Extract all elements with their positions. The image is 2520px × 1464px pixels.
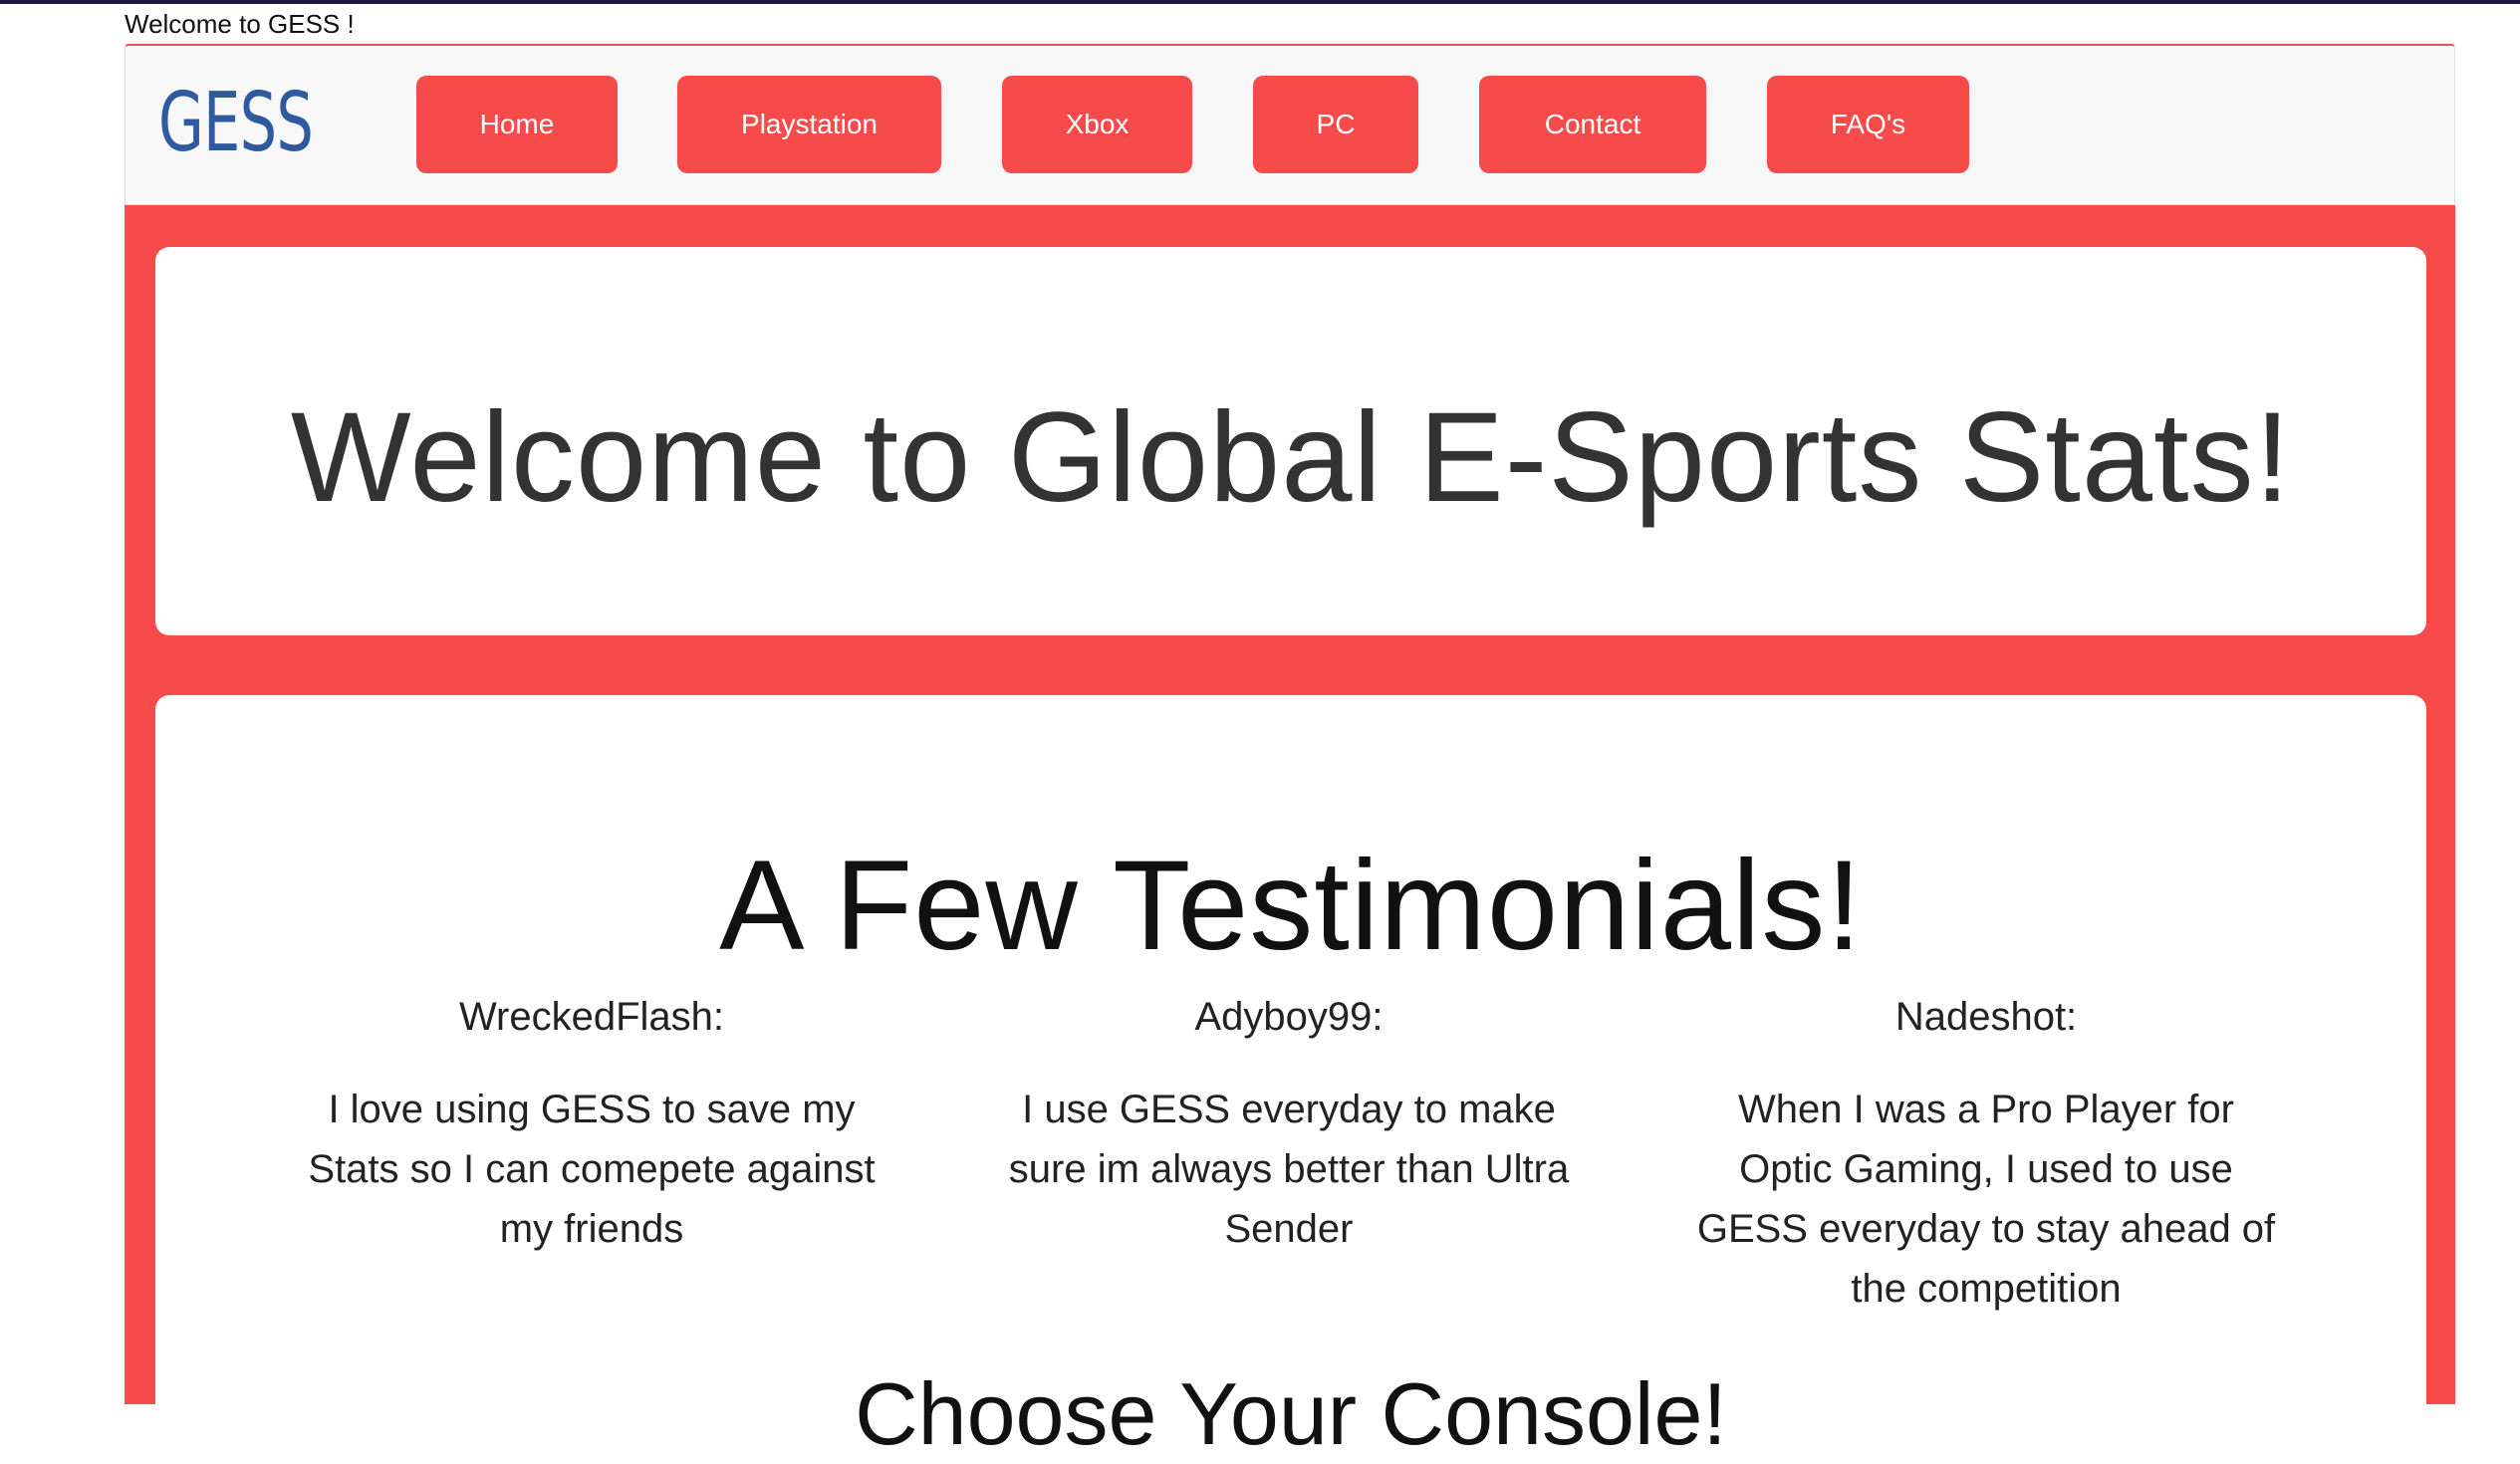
testimonial-quote: When I was a Pro Player for Optic Gaming…: [1696, 1088, 2276, 1311]
testimonial-author: Adyboy99:: [1194, 995, 1384, 1039]
top-border-line: [0, 0, 2520, 4]
testimonial-card: Adyboy99: I use GESS everyday to make su…: [960, 990, 1618, 1259]
nav-pc-button[interactable]: PC: [1253, 76, 1418, 173]
top-navbar: GESS Home Playstation Xbox PC Contact FA…: [125, 44, 2455, 205]
nav-faq-button[interactable]: FAQ's: [1767, 76, 1969, 173]
hero-title: Welcome to Global E-Sports Stats!: [290, 386, 2292, 529]
nav-playstation-button[interactable]: Playstation: [677, 76, 941, 173]
testimonial-card: WreckedFlash: I love using GESS to save …: [263, 990, 920, 1259]
nav-xbox-button[interactable]: Xbox: [1002, 76, 1192, 173]
testimonials-panel: A Few Testimonials! WreckedFlash: I love…: [155, 695, 2426, 1463]
testimonials-title: A Few Testimonials!: [719, 835, 1863, 977]
nav-home-button[interactable]: Home: [416, 76, 618, 173]
testimonial-author: Nadeshot:: [1894, 995, 2078, 1039]
testimonial-quote: I use GESS everyday to make sure im alwa…: [1008, 1088, 1570, 1251]
nav-contact-button[interactable]: Contact: [1479, 76, 1706, 173]
choose-console-heading: Choose Your Console!: [855, 1364, 1727, 1463]
testimonial-author: WreckedFlash:: [458, 995, 724, 1039]
hero-panel: Welcome to Global E-Sports Stats!: [155, 247, 2426, 635]
testimonial-quote: I love using GESS to save my Stats so I …: [308, 1088, 876, 1251]
testimonial-card: Nadeshot: When I was a Pro Player for Op…: [1657, 990, 2315, 1319]
page-caption: Welcome to GESS !: [125, 9, 355, 39]
brand-logo[interactable]: GESS: [158, 76, 314, 171]
